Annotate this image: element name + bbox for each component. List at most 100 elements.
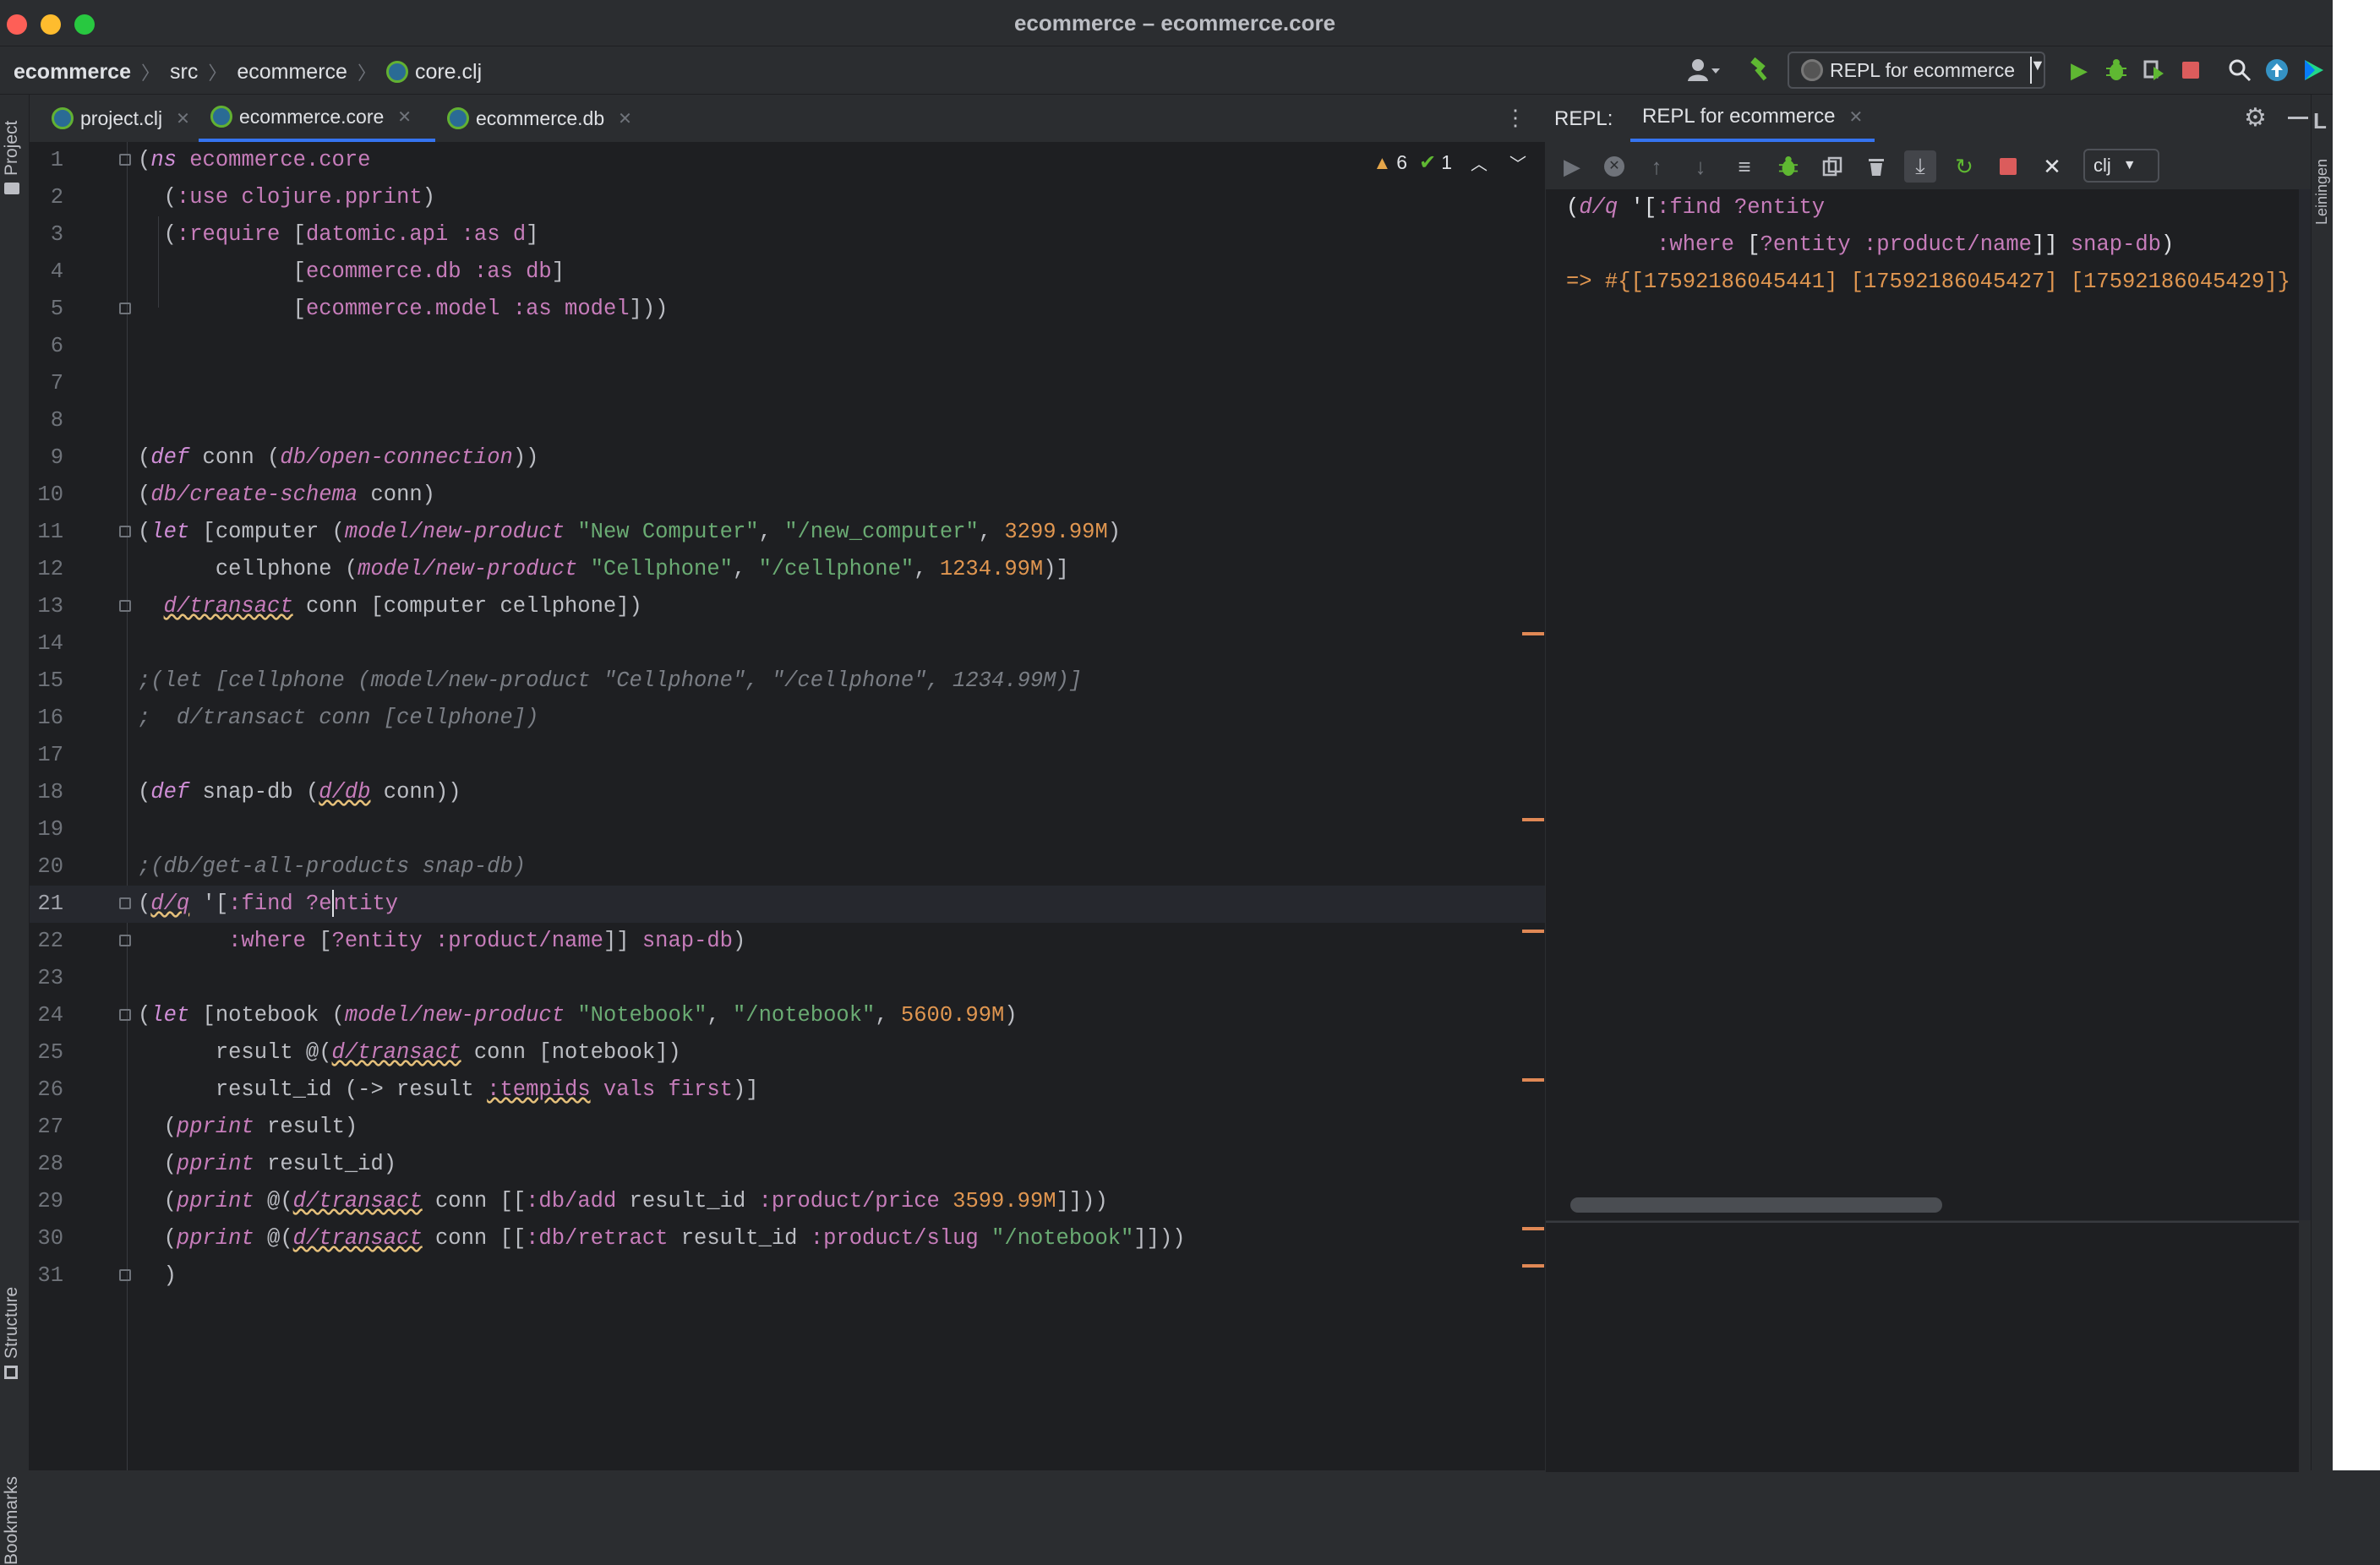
gear-icon[interactable]: ⚙ (2244, 103, 2267, 133)
repl-tab-bar: REPL: REPL for ecommerce ✕ ⚙ (1546, 95, 2333, 143)
fold-marker-icon[interactable] (119, 1009, 131, 1021)
vcs-user-icon[interactable] (1674, 52, 1733, 89)
code-line: 20 ;(db/get-all-products snap-db) (37, 854, 527, 879)
code-line: 11 (let [computer (model/new-product "New… (37, 520, 1122, 544)
bookmarks-tool-label[interactable]: Bookmarks (2, 1476, 22, 1565)
code-editor[interactable]: ▲ 6 ✔ 1 ︿ ﹀ 1 (ns ecommerce.core 2 (:use … (30, 142, 1545, 1470)
close-icon[interactable]: ✕ (2039, 154, 2065, 179)
search-icon[interactable] (2221, 52, 2258, 89)
warning-marker[interactable] (1522, 1264, 1544, 1268)
copy-icon[interactable] (1820, 154, 1845, 179)
close-icon[interactable]: ✕ (176, 108, 190, 129)
code-line: 26 result_id (-> result :tempids vals fi… (37, 1077, 759, 1102)
leiningen-icon[interactable]: L (2313, 108, 2327, 134)
warning-marker[interactable] (1522, 1227, 1544, 1230)
clear-trash-icon[interactable] (1864, 154, 1889, 179)
fold-marker-icon[interactable] (119, 303, 131, 314)
left-tool-strip: Project Structure Bookmarks (0, 95, 30, 1565)
clojure-file-icon (447, 107, 469, 129)
code-line: 19 (37, 817, 63, 842)
project-tool-label[interactable]: Project (2, 121, 22, 176)
tab-ecommerce-db[interactable]: ecommerce.db ✕ (435, 95, 644, 142)
code-line: 5 [ecommerce.model :as model])) (50, 297, 669, 321)
code-line: 13 d/transact conn [computer cellphone]) (37, 594, 642, 619)
debug-icon[interactable] (1776, 154, 1801, 179)
close-icon[interactable]: ✕ (618, 108, 632, 129)
right-tool-strip: L Leiningen (2311, 95, 2334, 1470)
code-line: 27 (pprint result) (37, 1115, 358, 1139)
code-line: 7 (50, 371, 63, 395)
code-line-current: 21 (d/q '[:find ?entity (30, 886, 1545, 923)
fold-marker-icon[interactable] (119, 897, 131, 909)
stop-icon[interactable] (2172, 52, 2209, 89)
interrupt-icon[interactable]: ✕ (1602, 154, 1627, 179)
window-title: ecommerce – ecommerce.core (1013, 10, 1336, 35)
structure-tool-label[interactable]: Structure (2, 1287, 22, 1359)
repl-output[interactable]: (d/q '[:find ?entity :where [?entity :pr… (1546, 189, 2299, 1220)
code-line: 31 ) (37, 1263, 177, 1288)
soft-wrap-icon[interactable]: ≡ (1732, 154, 1757, 179)
code-line: 24 (let [notebook (model/new-product "Not… (37, 1003, 1018, 1028)
code-line: 3 (:require [datomic.api :as d] (50, 222, 539, 247)
more-tabs-icon[interactable]: ⋮ (1504, 105, 1526, 131)
horizontal-scrollbar[interactable] (1570, 1197, 1942, 1213)
run-configuration-label: REPL for ecommerce (1830, 58, 2015, 81)
code-line: 12 cellphone (model/new-product "Cellpho… (37, 557, 1069, 581)
fold-marker-icon[interactable] (119, 600, 131, 612)
code-line: 22 :where [?entity :product/name]] snap-… (37, 929, 746, 953)
code-line: 8 (50, 408, 63, 433)
navbar-actions: REPL for ecommerce ▼ ▶ (1674, 52, 2333, 89)
fold-marker-icon[interactable] (119, 526, 131, 537)
reload-icon[interactable]: ↻ (1951, 154, 1977, 179)
warning-marker[interactable] (1522, 930, 1544, 933)
tab-repl-for-ecommerce[interactable]: REPL for ecommerce ✕ (1630, 95, 1875, 142)
code-line: 18 (def snap-db (d/db conn)) (37, 780, 461, 804)
breadcrumb-file[interactable]: core.clj (415, 60, 482, 85)
breadcrumb-separator-icon: 〉 (208, 63, 227, 84)
breadcrumb-src[interactable]: src (170, 60, 198, 85)
repl-toolbar: ▶ ✕ ↑ ↓ ≡ ⤓ ↻ ✕ clj ▼ (1546, 142, 2333, 190)
close-icon[interactable]: ✕ (397, 106, 412, 128)
code-line: 10 (db/create-schema conn) (37, 483, 435, 507)
leiningen-tool-label[interactable]: Leiningen (2313, 159, 2331, 225)
tab-project-clj[interactable]: project.clj ✕ (40, 95, 202, 142)
warning-marker[interactable] (1522, 632, 1544, 635)
structure-icon[interactable] (4, 1366, 18, 1379)
language-select[interactable]: clj ▼ (2083, 149, 2159, 183)
jetbrains-ai-icon[interactable] (2295, 52, 2333, 89)
run-icon[interactable]: ▶ (2061, 52, 2098, 89)
warning-marker[interactable] (1522, 1078, 1544, 1082)
repl-input[interactable] (1546, 1221, 2299, 1472)
tab-ecommerce-core[interactable]: ecommerce.core ✕ (199, 95, 435, 142)
fold-marker-icon[interactable] (119, 154, 131, 166)
repl-output-line: :where [?entity :product/name]] snap-db) (1657, 232, 2175, 257)
breadcrumb: ecommerce 〉 src 〉 ecommerce 〉 core.clj (14, 58, 482, 85)
code-line: 4 [ecommerce.db :as db] (50, 259, 565, 284)
project-folder-icon[interactable] (4, 183, 19, 194)
title-bar: ecommerce – ecommerce.core (0, 0, 2380, 46)
repl-result: => #{[17592186045441] [17592186045427] [… (1566, 270, 2290, 294)
coverage-icon[interactable] (2135, 52, 2172, 89)
breadcrumb-package[interactable]: ecommerce (237, 60, 347, 85)
history-down-icon[interactable]: ↓ (1688, 154, 1713, 179)
debug-icon[interactable] (2098, 52, 2135, 89)
code-line: 15 ;(let [cellphone (model/new-product "C… (37, 668, 1083, 693)
update-icon[interactable] (2258, 52, 2295, 89)
build-hammer-icon[interactable] (1742, 52, 1779, 89)
code-line: 23 (37, 966, 63, 990)
run-configuration-select[interactable]: REPL for ecommerce ▼ (1788, 52, 2045, 89)
vertical-scrollbar[interactable] (2299, 189, 2311, 1220)
warning-marker[interactable] (1522, 818, 1544, 821)
code-line: 9 (def conn (db/open-connection)) (50, 445, 539, 470)
close-icon[interactable]: ✕ (1849, 106, 1864, 128)
fold-marker-icon[interactable] (119, 1269, 131, 1281)
minimize-panel-icon[interactable] (2288, 117, 2308, 119)
execute-icon[interactable]: ▶ (1559, 154, 1585, 179)
clojure-file-icon (52, 107, 74, 129)
stop-icon[interactable] (1995, 154, 2021, 179)
fold-marker-icon[interactable] (119, 935, 131, 946)
scroll-to-end-icon[interactable]: ⤓ (1904, 150, 1936, 183)
history-up-icon[interactable]: ↑ (1644, 154, 1669, 179)
breadcrumb-project[interactable]: ecommerce (14, 60, 131, 85)
breadcrumb-separator-icon: 〉 (357, 63, 376, 84)
